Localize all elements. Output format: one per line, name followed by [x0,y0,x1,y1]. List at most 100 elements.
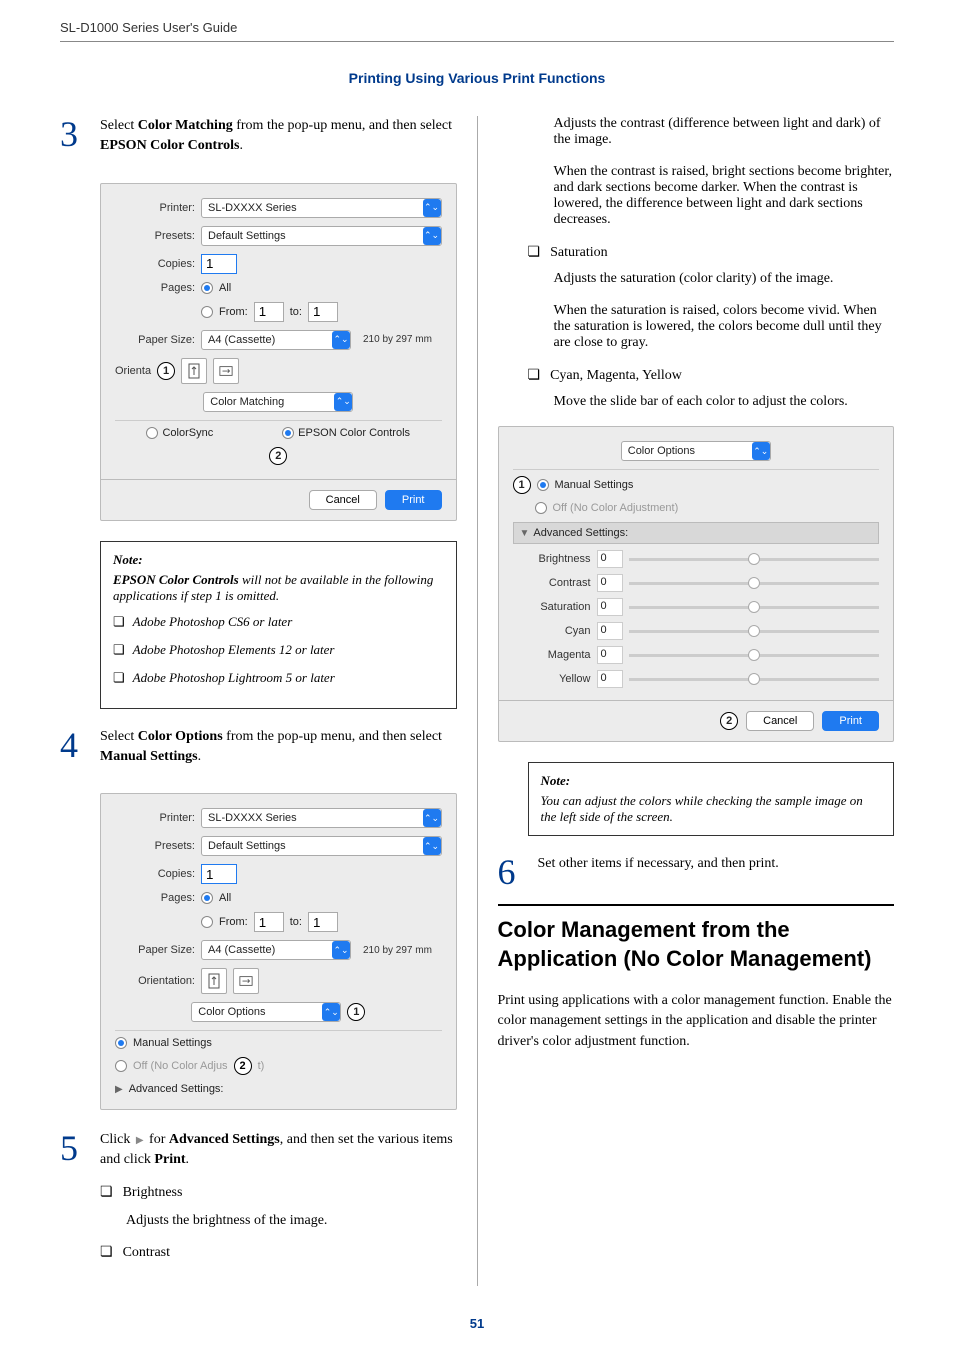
off-adjust-radio[interactable] [535,502,547,514]
contrast-slider[interactable] [629,582,880,585]
presets-value: Default Settings [208,840,419,852]
item-brightness: Brightness [100,1183,457,1203]
presets-value: Default Settings [208,230,419,242]
menu-value: Color Matching [210,396,330,408]
dropdown-arrow-icon: ⌃⌄ [423,809,441,827]
pages-all-label: All [219,892,231,904]
note-title: Note: [541,773,882,789]
t: Advanced Settings [169,1132,280,1147]
presets-dropdown[interactable]: Default Settings ⌃⌄ [201,836,442,856]
t: . [198,749,202,764]
printer-value: SL-DXXXX Series [208,202,419,214]
dropdown-arrow-icon: ⌃⌄ [332,941,350,959]
off-adjust-label: Off (No Color Adjustment) [553,502,679,514]
cyan-slider[interactable] [629,630,880,633]
item-saturation: Saturation [528,244,895,261]
pages-from-radio[interactable] [201,306,213,318]
disclosure-triangle-icon[interactable]: ▶ [115,1084,123,1095]
saturation-slider-label: Saturation [513,601,591,613]
print-button[interactable]: Print [385,490,442,510]
menu-value: Color Options [198,1006,318,1018]
brightness-value[interactable]: 0 [597,550,623,568]
step4-body: Select Color Options from the pop-up men… [100,727,457,780]
magenta-slider-label: Magenta [513,649,591,661]
orientation-label: Orientation: [115,975,195,987]
print-button[interactable]: Print [822,711,879,731]
dropdown-arrow-icon: ⌃⌄ [752,442,770,460]
magenta-value[interactable]: 0 [597,646,623,664]
menu-dropdown[interactable]: Color Matching ⌃⌄ [203,392,353,412]
callout-2: 2 [269,447,287,465]
contrast-value[interactable]: 0 [597,574,623,592]
print-dialog-color-options: Printer: SL-DXXXX Series ⌃⌄ Presets: Def… [100,793,457,1110]
advanced-settings-label: Advanced Settings: [129,1083,224,1095]
papersize-dropdown[interactable]: A4 (Cassette) ⌃⌄ [201,330,351,350]
epson-cc-radio[interactable] [282,427,294,439]
print-dialog-color-matching: Printer: SL-DXXXX Series ⌃⌄ Presets: Def… [100,183,457,521]
menu-value: Color Options [628,445,748,457]
pages-label: Pages: [115,282,195,294]
saturation-value[interactable]: 0 [597,598,623,616]
note-box-1: Note: EPSON Color Controls will not be a… [100,541,457,709]
t: Color Options [138,729,223,744]
step6-body: Set other items if necessary, and then p… [538,854,895,890]
saturation-slider[interactable] [629,606,880,609]
pages-from-input[interactable] [254,912,284,932]
pages-from-input[interactable] [254,302,284,322]
pages-from-label: From: [219,306,248,318]
note-li: Adobe Photoshop Elements 12 or later [113,642,444,658]
advanced-settings-header[interactable]: ▼ Advanced Settings: [513,522,880,544]
off-adjust-tail: t) [258,1060,265,1072]
papersize-value: A4 (Cassette) [208,334,328,346]
copies-input[interactable] [201,254,237,274]
orientation-landscape[interactable] [233,968,259,994]
off-adjust-radio[interactable] [115,1060,127,1072]
printer-value: SL-DXXXX Series [208,812,419,824]
t: from the pop-up menu, and then select [233,118,452,133]
contrast-desc-1: Adjusts the contrast (difference between… [554,116,895,148]
brightness-slider[interactable] [629,558,880,561]
printer-dropdown[interactable]: SL-DXXXX Series ⌃⌄ [201,198,442,218]
menu-dropdown[interactable]: Color Options ⌃⌄ [621,441,771,461]
printer-dropdown[interactable]: SL-DXXXX Series ⌃⌄ [201,808,442,828]
presets-dropdown[interactable]: Default Settings ⌃⌄ [201,226,442,246]
orientation-portrait[interactable] [181,358,207,384]
menu-dropdown[interactable]: Color Options ⌃⌄ [191,1002,341,1022]
manual-settings-radio[interactable] [115,1037,127,1049]
pages-all-radio[interactable] [201,892,213,904]
advanced-settings-label: Advanced Settings: [533,527,628,539]
orientation-portrait[interactable] [201,968,227,994]
off-adjust-label: Off (No Color Adjus [133,1060,228,1072]
yellow-value[interactable]: 0 [597,670,623,688]
contrast-slider-label: Contrast [513,577,591,589]
pages-from-radio[interactable] [201,916,213,928]
papersize-dropdown[interactable]: A4 (Cassette) ⌃⌄ [201,940,351,960]
brightness-slider-label: Brightness [513,553,591,565]
yellow-slider[interactable] [629,678,880,681]
column-divider [477,116,478,1286]
manual-settings-radio[interactable] [537,479,549,491]
disclosure-triangle-icon: ▶ [136,1134,144,1149]
orientation-landscape[interactable] [213,358,239,384]
callout-1: 1 [513,476,531,494]
t: Select [100,118,138,133]
cyan-value[interactable]: 0 [597,622,623,640]
copies-input[interactable] [201,864,237,884]
step-number-4: 4 [60,727,84,780]
note-title: Note: [113,552,444,568]
pages-to-input[interactable] [308,912,338,932]
magenta-slider[interactable] [629,654,880,657]
epson-cc-label: EPSON Color Controls [298,427,410,439]
t: EPSON Color Controls [113,572,239,587]
dropdown-arrow-icon: ⌃⌄ [322,1003,340,1021]
presets-label: Presets: [115,230,195,242]
pages-all-radio[interactable] [201,282,213,294]
pages-label: Pages: [115,892,195,904]
pages-to-input[interactable] [308,302,338,322]
orientation-label: Orienta [115,365,151,377]
colorsync-radio[interactable] [146,427,158,439]
cancel-button[interactable]: Cancel [309,490,377,510]
callout-2: 2 [720,712,738,730]
cancel-button[interactable]: Cancel [746,711,814,731]
manual-settings-label: Manual Settings [133,1037,212,1049]
